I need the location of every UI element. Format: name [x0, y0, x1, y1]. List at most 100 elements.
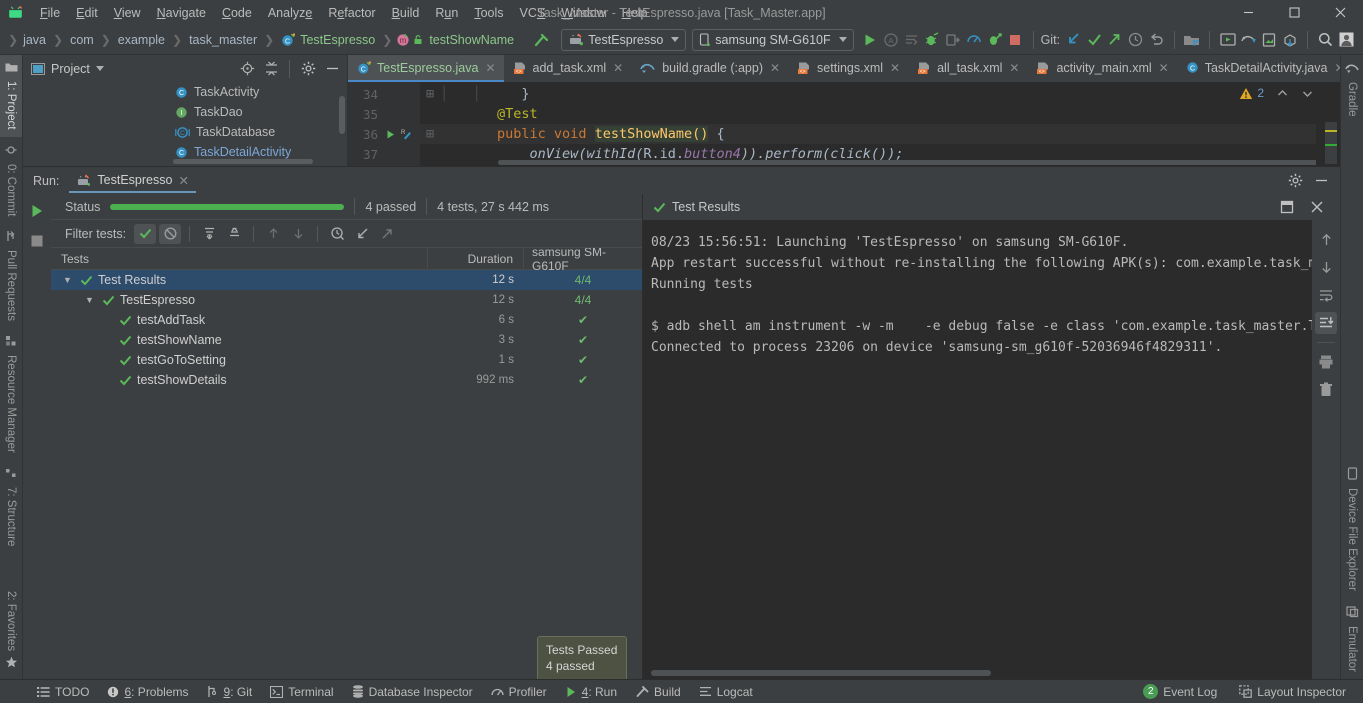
show-ignored-toggle[interactable]: [159, 223, 182, 244]
run-test-gutter-icon[interactable]: [385, 129, 396, 140]
hide-run-window-button[interactable]: [1310, 170, 1332, 192]
menu-item-edit[interactable]: Edit: [68, 3, 106, 23]
git-history-button[interactable]: [1125, 29, 1146, 51]
chevron-down-icon[interactable]: [95, 66, 104, 71]
close-button[interactable]: [1317, 0, 1363, 25]
column-header-duration[interactable]: Duration: [428, 248, 524, 269]
menu-item-analyze[interactable]: Analyze: [260, 3, 320, 23]
table-row[interactable]: testGoToSetting 1 s ✔: [51, 350, 642, 370]
breadcrumb-testespresso[interactable]: TestEspresso: [297, 32, 378, 48]
sidebar-item-emulator[interactable]: Emulator: [1342, 598, 1363, 679]
marker-strip[interactable]: [1325, 122, 1337, 164]
sdk-manager-button[interactable]: [1182, 29, 1203, 51]
gradle-sync-button[interactable]: [1238, 29, 1259, 51]
inspection-widget[interactable]: 2: [1239, 86, 1314, 100]
sidebar-item-resource-manager[interactable]: Resource Manager: [0, 328, 22, 460]
tests-table[interactable]: Tests Duration samsung SM-G610F ▼ Test R…: [51, 248, 642, 679]
apply-changes-button[interactable]: A: [880, 29, 901, 51]
stop-button[interactable]: [1005, 29, 1026, 51]
select-opened-file-button[interactable]: [236, 58, 258, 80]
run-tab-testespresso[interactable]: TestEspresso ✕: [69, 169, 196, 193]
sidebar-item-commit[interactable]: 0: Commit: [0, 137, 22, 223]
profiler-button[interactable]: [963, 29, 984, 51]
scroll-to-end-button[interactable]: [1315, 312, 1337, 334]
close-icon[interactable]: ✕: [178, 173, 188, 188]
close-icon[interactable]: ✕: [1159, 61, 1169, 75]
table-row[interactable]: ▼ Test Results 12 s 4/4: [51, 270, 642, 290]
status-item-database-inspector[interactable]: Database Inspector: [343, 683, 482, 701]
attach-debugger-button[interactable]: [943, 29, 964, 51]
edit-run-config-icon[interactable]: R: [399, 128, 412, 140]
chevron-down-icon[interactable]: ▼: [85, 295, 97, 305]
maximize-button[interactable]: [1271, 0, 1317, 25]
close-console-button[interactable]: [1306, 196, 1328, 218]
status-item-git[interactable]: 9: Git: [198, 683, 262, 701]
column-header-device[interactable]: samsung SM-G610F: [524, 248, 642, 273]
breadcrumb-com[interactable]: com: [67, 32, 97, 48]
debug-button[interactable]: [922, 29, 943, 51]
settings-gear-button[interactable]: [297, 58, 319, 80]
menu-item-file[interactable]: FFileile: [32, 3, 68, 23]
project-tree-hscrollbar[interactable]: [173, 159, 313, 164]
breadcrumb-java[interactable]: java: [20, 32, 49, 48]
status-item-event-log[interactable]: 2 Event Log: [1134, 682, 1226, 701]
close-icon[interactable]: ✕: [613, 61, 623, 75]
menu-item-build[interactable]: Build: [384, 3, 428, 23]
status-item-logcat[interactable]: Logcat: [690, 683, 762, 701]
tab-taskdetailactivity-java[interactable]: C TaskDetailActivity.java ✕: [1177, 55, 1340, 82]
undo-button[interactable]: [1146, 29, 1167, 51]
sidebar-item-project[interactable]: 1: Project: [0, 55, 22, 137]
table-row[interactable]: ▼ TestEspresso 12 s 4/4: [51, 290, 642, 310]
list-item[interactable]: C TaskActivity: [23, 82, 347, 102]
column-header-tests[interactable]: Tests: [51, 248, 428, 269]
menu-item-refactor[interactable]: Refactor: [320, 3, 383, 23]
sidebar-item-pull-requests[interactable]: Pull Requests: [0, 223, 22, 328]
close-icon[interactable]: ✕: [890, 61, 900, 75]
status-item-layout-inspector[interactable]: Layout Inspector: [1230, 683, 1355, 701]
status-item-run[interactable]: 4: Run: [556, 683, 626, 701]
menu-item-tools[interactable]: Tools: [466, 3, 511, 23]
previous-failed-button[interactable]: [262, 224, 284, 244]
tab-build-gradle-app[interactable]: build.gradle (:app) ✕: [631, 55, 788, 82]
menu-item-code[interactable]: Code: [214, 3, 260, 23]
sidebar-item-structure[interactable]: 7: Structure: [0, 460, 22, 553]
soft-wrap-button[interactable]: [1315, 284, 1337, 306]
sidebar-item-device-file-explorer[interactable]: Device File Explorer: [1342, 460, 1362, 598]
chevron-up-icon[interactable]: [1276, 87, 1289, 100]
tab-add-task-xml[interactable]: <> add_task.xml ✕: [504, 55, 632, 82]
device-manager-button[interactable]: [1280, 29, 1301, 51]
tab-settings-xml[interactable]: <> settings.xml ✕: [788, 55, 908, 82]
scroll-up-button[interactable]: [1315, 228, 1337, 250]
close-icon[interactable]: ✕: [485, 61, 495, 75]
project-tree-vscrollbar[interactable]: [339, 96, 345, 134]
stop-tests-button[interactable]: [26, 230, 48, 252]
breadcrumb-testshowname[interactable]: testShowName: [426, 32, 517, 48]
editor-marker-bar[interactable]: [1316, 82, 1340, 166]
export-tests-button[interactable]: [376, 224, 398, 244]
run-with-coverage-button[interactable]: [984, 29, 1005, 51]
tab-all-task-xml[interactable]: <> all_task.xml ✕: [908, 55, 1027, 82]
code-editor[interactable]: 34 35 36 R 37 ⊞ │ │} ⊞ @Test ⊞ public v…: [348, 82, 1340, 166]
console-output[interactable]: 08/23 15:56:51: Launching 'TestEspresso'…: [643, 220, 1312, 679]
chevron-down-icon[interactable]: ▼: [63, 275, 75, 285]
import-tests-button[interactable]: [351, 224, 373, 244]
sidebar-item-favorites[interactable]: 2: Favorites: [0, 584, 22, 679]
sidebar-item-gradle[interactable]: Gradle: [1341, 55, 1363, 124]
rerun-tests-button[interactable]: [26, 200, 48, 222]
build-hammer-button[interactable]: [531, 29, 552, 51]
device-selector[interactable]: samsung SM-G610F: [692, 28, 854, 51]
table-row[interactable]: testShowName 3 s ✔: [51, 330, 642, 350]
restore-layout-button[interactable]: [1276, 196, 1298, 218]
menu-item-run[interactable]: Run: [427, 3, 466, 23]
apply-code-changes-button[interactable]: [901, 29, 922, 51]
status-item-todo[interactable]: TODO: [28, 683, 98, 701]
run-configuration-selector[interactable]: TestEspresso: [561, 28, 687, 51]
show-passed-toggle[interactable]: [134, 223, 157, 244]
expand-all-button[interactable]: [198, 224, 220, 244]
hide-pane-button[interactable]: [321, 58, 343, 80]
breadcrumb-task-master[interactable]: task_master: [186, 32, 260, 48]
search-everywhere-button[interactable]: [1315, 29, 1336, 51]
avd-manager-button[interactable]: [1217, 29, 1238, 51]
layout-inspector-toolbar-button[interactable]: [1259, 29, 1280, 51]
print-button[interactable]: [1315, 351, 1337, 373]
